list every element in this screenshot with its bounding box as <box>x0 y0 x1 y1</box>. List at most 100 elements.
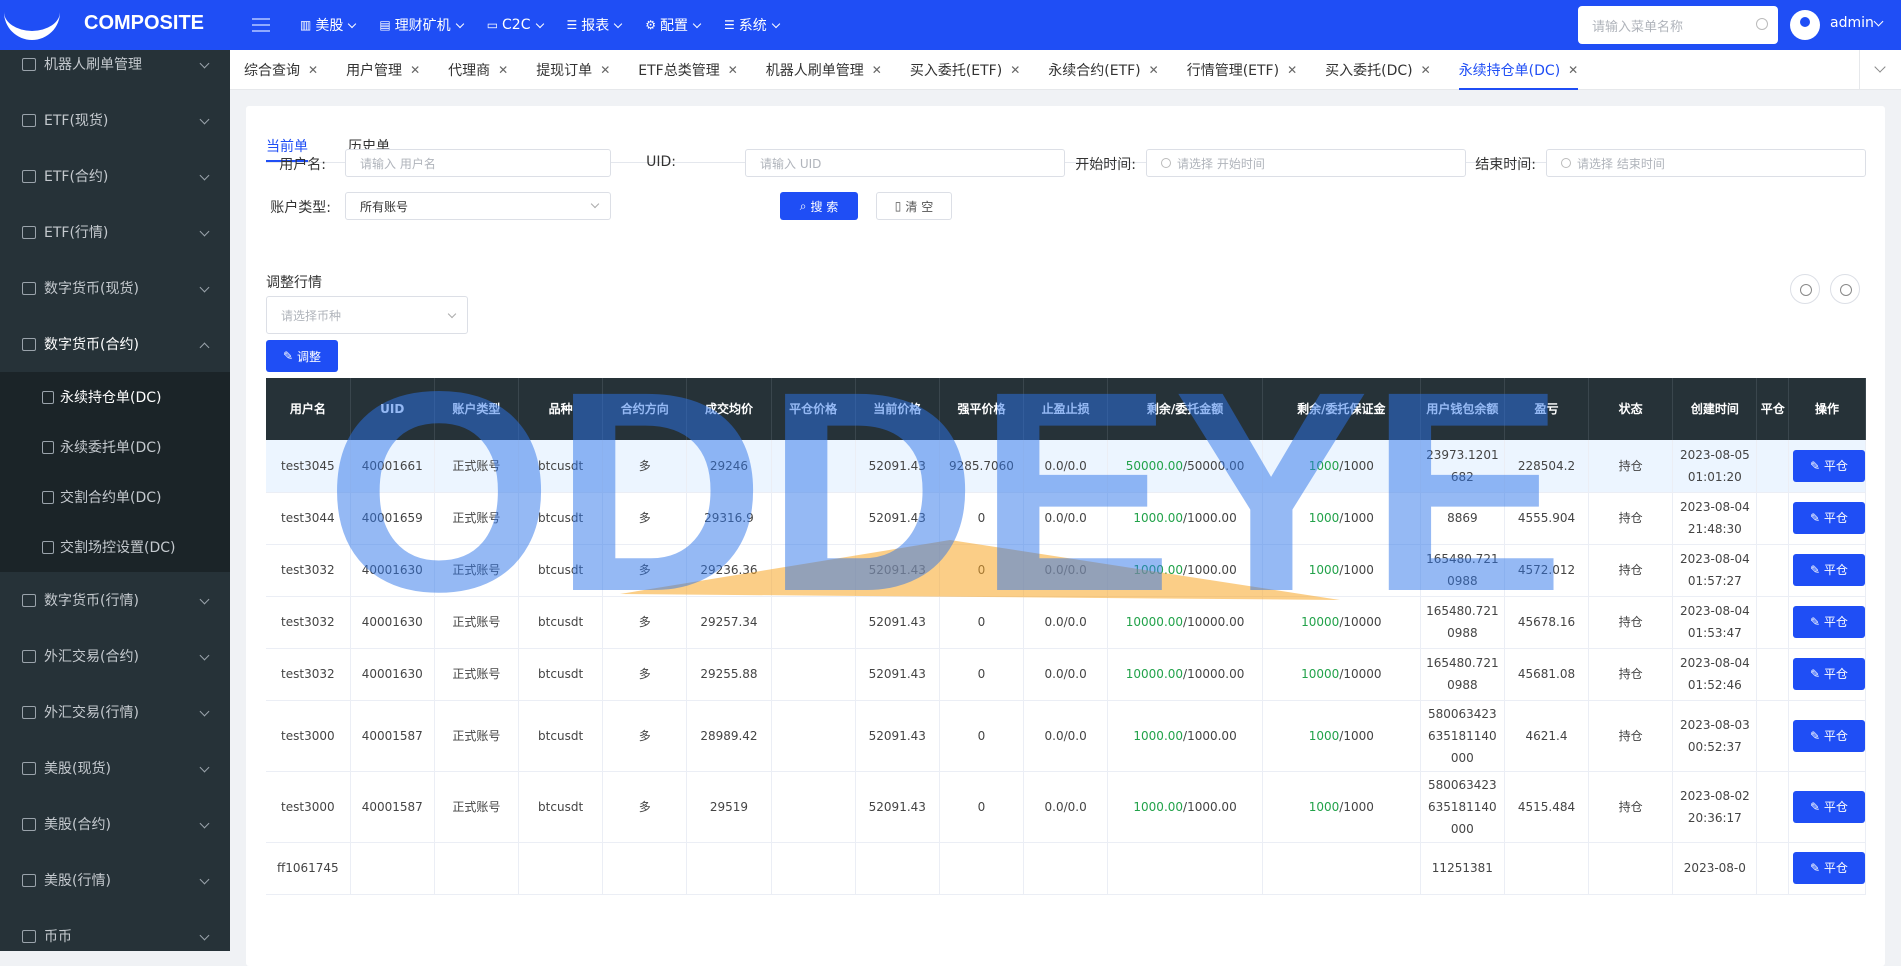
tab-item[interactable]: 代理商 ✕ <box>434 50 522 90</box>
close-position-button[interactable]: ✎ 平仓 <box>1793 658 1865 690</box>
topnav-item[interactable]: ▭ C2C <box>487 15 544 35</box>
sidebar-item-label: ETF(现货) <box>44 113 109 129</box>
sidebar-item[interactable]: 数字货币(行情) <box>0 572 230 628</box>
document-icon <box>42 490 54 504</box>
sidebar-item[interactable]: 币币 <box>0 908 230 951</box>
table-header-cell: 合约方向 <box>602 378 688 440</box>
sidebar-item[interactable]: 外汇交易(行情) <box>0 684 230 740</box>
tab-item[interactable]: 用户管理 ✕ <box>332 50 434 90</box>
cell-user[interactable]: test3045 <box>266 440 351 493</box>
topnav-item[interactable]: ⚙ 配置 <box>645 15 702 35</box>
chevron-down-icon <box>199 226 210 237</box>
sidebar-item[interactable]: ETF(行情) <box>0 204 230 260</box>
close-position-button[interactable]: ✎ 平仓 <box>1793 852 1865 884</box>
close-icon[interactable]: ✕ <box>872 63 882 77</box>
account-type-select[interactable]: 所有账号 <box>345 192 611 220</box>
close-icon[interactable]: ✕ <box>308 63 318 77</box>
cell-status: 持仓 <box>1588 648 1674 701</box>
sidebar-submenu: 永续持仓单(DC) 永续委托单(DC) 交割合约单(DC) 交割场控设置(DC) <box>0 372 230 572</box>
sidebar-item[interactable]: 美股(现货) <box>0 740 230 796</box>
close-icon[interactable]: ✕ <box>1149 63 1159 77</box>
tab-label: 买入委托(DC) <box>1325 62 1413 79</box>
tab-item[interactable]: ETF总类管理 ✕ <box>624 50 752 90</box>
topnav-item[interactable]: ▥ 美股 <box>300 15 357 35</box>
sidebar-item[interactable]: ETF(合约) <box>0 148 230 204</box>
sidebar-item[interactable]: 美股(合约) <box>0 796 230 852</box>
cell-liq: 0 <box>939 596 1025 649</box>
coin-select[interactable]: 请选择币种 <box>266 296 468 334</box>
sidebar-subitem[interactable]: 交割合约单(DC) <box>0 472 230 522</box>
sidebar-subitem[interactable]: 永续委托单(DC) <box>0 422 230 472</box>
avatar[interactable] <box>1790 10 1820 40</box>
username-input[interactable]: 请输入 用户名 <box>345 149 611 177</box>
sidebar-item[interactable]: 外汇交易(合约) <box>0 628 230 684</box>
tab-dropdown-icon[interactable] <box>1859 50 1901 90</box>
close-position-button[interactable]: ✎ 平仓 <box>1793 606 1865 638</box>
table-row: test3045 40001661 正式账号 btcusdt 多 29246 52091.4… <box>266 440 1866 493</box>
uid-input[interactable]: 请输入 UID <box>745 149 1065 177</box>
tab-item[interactable]: 买入委托(DC) ✕ <box>1311 50 1445 90</box>
cell-user[interactable]: test3000 <box>266 771 351 843</box>
tab-item[interactable]: 永续持仓单(DC) ✕ <box>1445 50 1593 90</box>
clear-button[interactable]: ▯ 清 空 <box>876 192 952 220</box>
tab-item[interactable]: 综合查询 ✕ <box>230 50 332 90</box>
close-position-button[interactable]: ✎ 平仓 <box>1793 502 1865 534</box>
coin-icon <box>22 761 36 775</box>
close-icon[interactable]: ✕ <box>410 63 420 77</box>
close-icon[interactable]: ✕ <box>1568 63 1578 77</box>
close-icon[interactable]: ✕ <box>1287 63 1297 77</box>
amount-remaining: 1000.00 <box>1133 728 1184 743</box>
amount-remaining: 50000.00 <box>1125 458 1184 473</box>
refresh-icon[interactable] <box>1790 274 1820 304</box>
cell-user[interactable]: test3044 <box>266 492 351 545</box>
tab-item[interactable]: 提现订单 ✕ <box>522 50 624 90</box>
close-position-button[interactable]: ✎ 平仓 <box>1793 554 1865 586</box>
start-time-input[interactable]: 请选择 开始时间 <box>1146 149 1466 177</box>
search-button[interactable]: ⌕ 搜 索 <box>780 192 858 220</box>
cell-user[interactable]: test3000 <box>266 700 351 772</box>
close-icon[interactable]: ✕ <box>600 63 610 77</box>
account-type-label: 账户类型: <box>270 200 331 216</box>
sidebar-subitem[interactable]: 永续持仓单(DC) <box>0 372 230 422</box>
chevron-down-icon <box>199 650 210 661</box>
sidebar-item[interactable]: 数字货币(合约) <box>0 316 230 372</box>
cell-user[interactable]: test3032 <box>266 596 351 649</box>
end-time-input[interactable]: 请选择 结束时间 <box>1546 149 1866 177</box>
margin-remaining: 1000 <box>1308 563 1340 577</box>
chevron-down-icon[interactable] <box>1873 16 1884 27</box>
topnav-item[interactable]: ▤ 理财矿机 <box>379 15 464 35</box>
search-toggle-icon[interactable] <box>1830 274 1860 304</box>
cell-user[interactable]: test3032 <box>266 648 351 701</box>
app-logo[interactable]: COMPOSITE <box>0 0 230 50</box>
sidebar-subitem[interactable]: 交割场控设置(DC) <box>0 522 230 572</box>
subtab-current[interactable]: 当前单 <box>266 136 308 156</box>
close-icon[interactable]: ✕ <box>1421 63 1431 77</box>
menu-search-input[interactable]: 请输入菜单名称 <box>1578 6 1778 44</box>
cell-cur: 52091.43 <box>855 440 940 493</box>
cell-user[interactable]: test3032 <box>266 544 351 597</box>
tab-item[interactable]: 行情管理(ETF) ✕ <box>1173 50 1311 90</box>
close-position-button[interactable]: ✎ 平仓 <box>1793 719 1865 752</box>
topnav-item[interactable]: ☰ 报表 <box>567 15 623 35</box>
sidebar-item[interactable]: 数字货币(现货) <box>0 260 230 316</box>
close-icon[interactable]: ✕ <box>1010 63 1020 77</box>
sidebar-item[interactable]: 美股(行情) <box>0 852 230 908</box>
cell-liq: 0 <box>939 771 1025 843</box>
user-name[interactable]: admin <box>1830 15 1874 31</box>
cell-avg: 29257.34 <box>686 596 772 649</box>
cell-user[interactable]: ff1061745 <box>266 842 351 895</box>
hamburger-icon[interactable] <box>252 18 270 32</box>
close-position-button[interactable]: ✎ 平仓 <box>1793 790 1865 823</box>
close-icon[interactable]: ✕ <box>498 63 508 77</box>
tab-item[interactable]: 机器人刷单管理 ✕ <box>752 50 896 90</box>
close-position-button[interactable]: ✎ 平仓 <box>1793 449 1865 482</box>
tab-item[interactable]: 永续合约(ETF) ✕ <box>1034 50 1172 90</box>
menu-icon: ⚙ <box>645 18 657 32</box>
cell-status: 持仓 <box>1588 440 1674 493</box>
topnav-item[interactable]: ☰ 系统 <box>724 15 781 35</box>
adjust-button[interactable]: ✎ 调整 <box>266 340 338 372</box>
tab-item[interactable]: 买入委托(ETF) ✕ <box>896 50 1034 90</box>
username-placeholder: 请输入 用户名 <box>360 156 436 171</box>
close-icon[interactable]: ✕ <box>728 63 738 77</box>
sidebar-item[interactable]: ETF(现货) <box>0 92 230 148</box>
